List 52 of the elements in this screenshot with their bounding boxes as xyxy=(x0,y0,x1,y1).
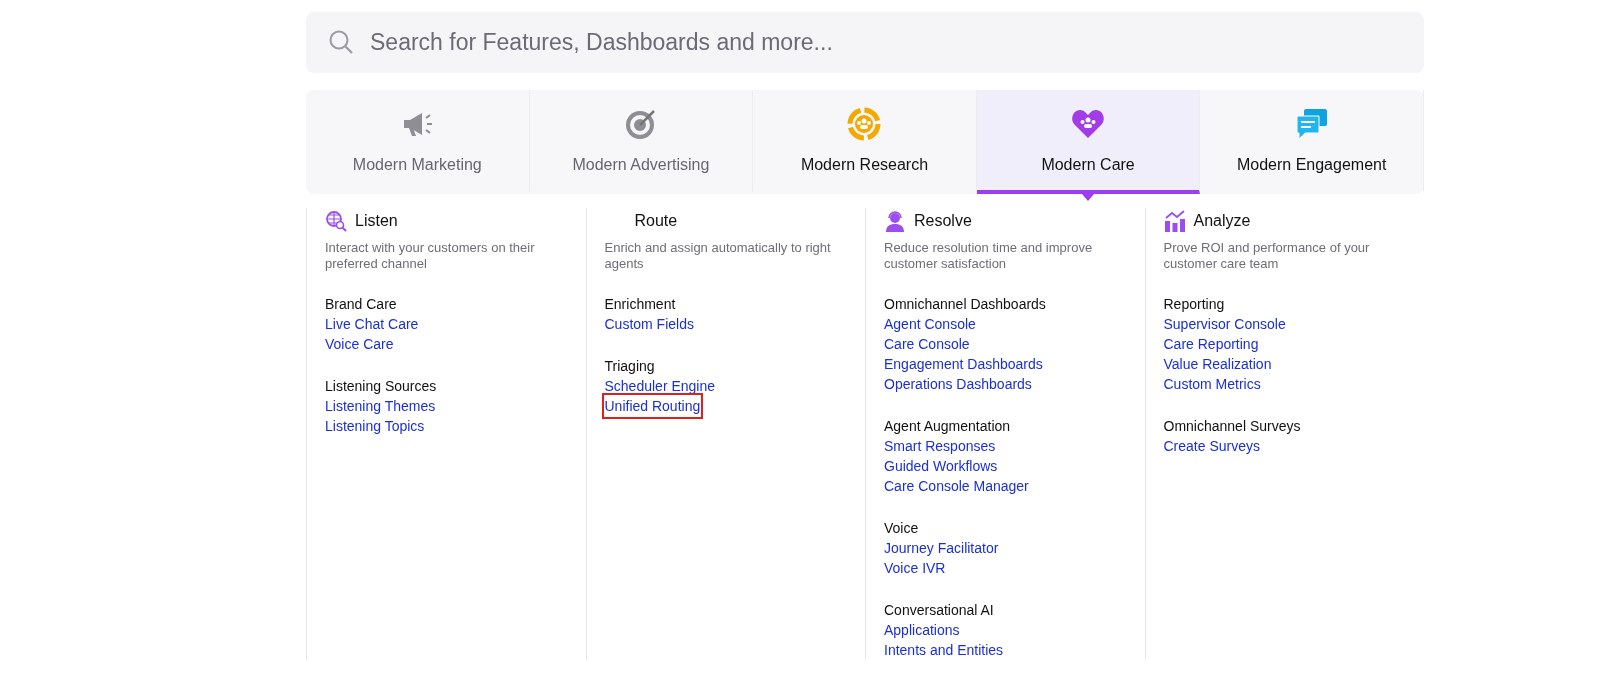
column-title: Listen xyxy=(355,212,398,230)
group-heading: Voice xyxy=(884,519,920,538)
feature-link[interactable]: Live Chat Care xyxy=(325,314,419,334)
feature-link[interactable]: Voice IVR xyxy=(884,558,946,578)
group-heading: Listening Sources xyxy=(325,377,438,396)
feature-link[interactable]: Scheduler Engine xyxy=(604,376,716,396)
feature-link[interactable]: Voice Care xyxy=(325,334,394,354)
feature-link[interactable]: Care Console Manager xyxy=(884,476,1029,496)
feature-link[interactable]: Smart Responses xyxy=(884,436,996,456)
feature-link[interactable]: Applications xyxy=(884,620,960,640)
feature-link[interactable]: Listening Topics xyxy=(325,416,425,436)
headset-person-icon xyxy=(884,210,906,232)
feature-link[interactable]: Custom Metrics xyxy=(1163,374,1261,394)
group-heading: Omnichannel Dashboards xyxy=(884,295,1047,314)
category-tab[interactable]: Modern Engagement xyxy=(1200,90,1424,194)
category-tab[interactable]: Modern Marketing xyxy=(306,90,530,194)
column-title: Route xyxy=(634,212,678,230)
group-heading: Enrichment xyxy=(604,295,677,314)
feature-link[interactable]: Unified Routing xyxy=(604,396,701,416)
feature-link[interactable]: Agent Console xyxy=(884,314,976,334)
feature-link[interactable]: Create Surveys xyxy=(1163,436,1260,456)
bar-chart-icon xyxy=(1163,210,1186,232)
feature-link[interactable]: Engagement Dashboards xyxy=(884,354,1043,374)
feature-link[interactable]: Value Realization xyxy=(1163,354,1272,374)
people-circle-icon xyxy=(846,106,883,142)
column-description: Enrich and assign automatically to right agents xyxy=(604,240,832,272)
feature-link[interactable]: Guided Workflows xyxy=(884,456,998,476)
tab-pointer xyxy=(1082,194,1095,201)
group-heading: Omnichannel Surveys xyxy=(1163,417,1302,436)
feature-link[interactable]: Custom Fields xyxy=(604,314,694,334)
column-description: Interact with your customers on their preferred channel xyxy=(325,240,536,272)
group-heading: Triaging xyxy=(604,357,656,376)
category-tab[interactable]: Modern Research xyxy=(753,90,977,194)
group-heading: Conversational AI xyxy=(884,601,995,620)
feature-link[interactable]: Journey Facilitator xyxy=(884,538,999,558)
feature-link[interactable]: Supervisor Console xyxy=(1163,314,1286,334)
category-tab[interactable]: Modern Advertising xyxy=(529,90,754,194)
group-heading: Agent Augmentation xyxy=(884,417,1012,436)
column-title: Analyze xyxy=(1193,212,1251,230)
feature-link[interactable]: Listening Themes xyxy=(325,396,436,416)
globe-search-icon xyxy=(325,210,347,232)
column-description: Prove ROI and performance of your customer care team xyxy=(1163,240,1371,272)
feature-link[interactable]: Care Reporting xyxy=(1163,334,1259,354)
feature-link[interactable]: Intents and Entities xyxy=(884,640,1004,660)
group-heading: Brand Care xyxy=(325,295,398,314)
feature-link[interactable]: Care Console xyxy=(884,334,970,354)
feature-link[interactable]: Operations Dashboards xyxy=(884,374,1032,394)
search-icon xyxy=(328,29,354,55)
column-title: Resolve xyxy=(914,212,972,230)
search-field[interactable]: Search for Features, Dashboards and more... xyxy=(306,12,1424,73)
group-heading: Reporting xyxy=(1163,295,1226,314)
column-description: Reduce resolution time and improve customer satisfaction xyxy=(884,240,1094,272)
